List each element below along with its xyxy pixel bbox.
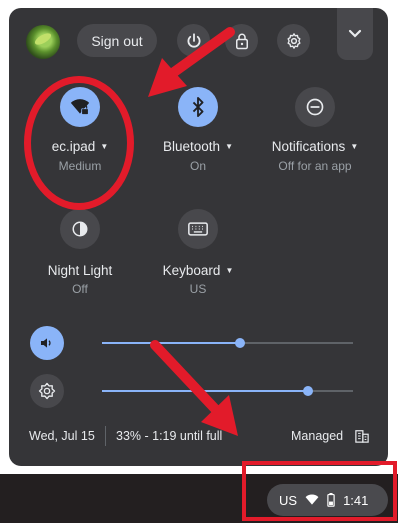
lock-button[interactable] [225, 24, 258, 57]
brightness-icon [38, 382, 56, 400]
caret-down-icon: ▼ [225, 142, 233, 151]
annotation-circle [24, 76, 134, 210]
date-label[interactable]: Wed, Jul 15 [29, 429, 95, 443]
bluetooth-toggle[interactable] [178, 87, 218, 127]
bluetooth-tile-status: On [189, 159, 206, 173]
caret-down-icon: ▼ [350, 142, 359, 151]
sign-out-button[interactable]: Sign out [77, 24, 157, 57]
brightness-slider-thumb[interactable] [303, 386, 313, 396]
lock-icon [235, 33, 248, 49]
night-light-tile-label[interactable]: Night Light [15, 263, 145, 278]
power-icon [187, 32, 200, 48]
gear-icon [286, 32, 301, 49]
brightness-slider-rest [308, 390, 353, 392]
power-button[interactable] [177, 24, 210, 57]
night-light-tile-status: Off [72, 282, 88, 296]
volume-slider-rest [240, 342, 353, 344]
keyboard-tile-label[interactable]: Keyboard ▼ [133, 263, 263, 278]
annotation-box [242, 461, 397, 521]
sign-out-label: Sign out [91, 32, 143, 49]
volume-slider-thumb[interactable] [235, 338, 245, 348]
managed-label[interactable]: Managed [291, 429, 343, 443]
bluetooth-tile-label[interactable]: Bluetooth ▼ [133, 139, 263, 154]
caret-down-icon: ▼ [225, 266, 234, 275]
do-not-disturb-icon [306, 98, 324, 116]
brightness-button[interactable] [30, 374, 64, 408]
bluetooth-icon [192, 97, 204, 117]
avatar[interactable] [26, 25, 60, 59]
chevron-down-icon [348, 29, 362, 38]
keyboard-icon [188, 222, 208, 236]
settings-button[interactable] [277, 24, 310, 57]
keyboard-toggle[interactable] [178, 209, 218, 249]
volume-slider-track[interactable] [102, 338, 353, 348]
collapse-button[interactable] [337, 8, 373, 60]
notifications-tile-status: Off for an app [278, 159, 352, 173]
building-icon [355, 430, 369, 443]
battery-status: 33% - 1:19 until full [116, 429, 223, 443]
volume-icon [41, 338, 51, 348]
footer-divider [105, 426, 106, 446]
notifications-toggle[interactable] [295, 87, 335, 127]
notifications-tile-label[interactable]: Notifications ▼ [250, 139, 380, 154]
night-light-icon [72, 221, 88, 237]
brightness-slider-track[interactable] [102, 386, 353, 396]
keyboard-tile-status: US [189, 282, 207, 296]
volume-button[interactable] [30, 326, 64, 360]
night-light-toggle[interactable] [60, 209, 100, 249]
